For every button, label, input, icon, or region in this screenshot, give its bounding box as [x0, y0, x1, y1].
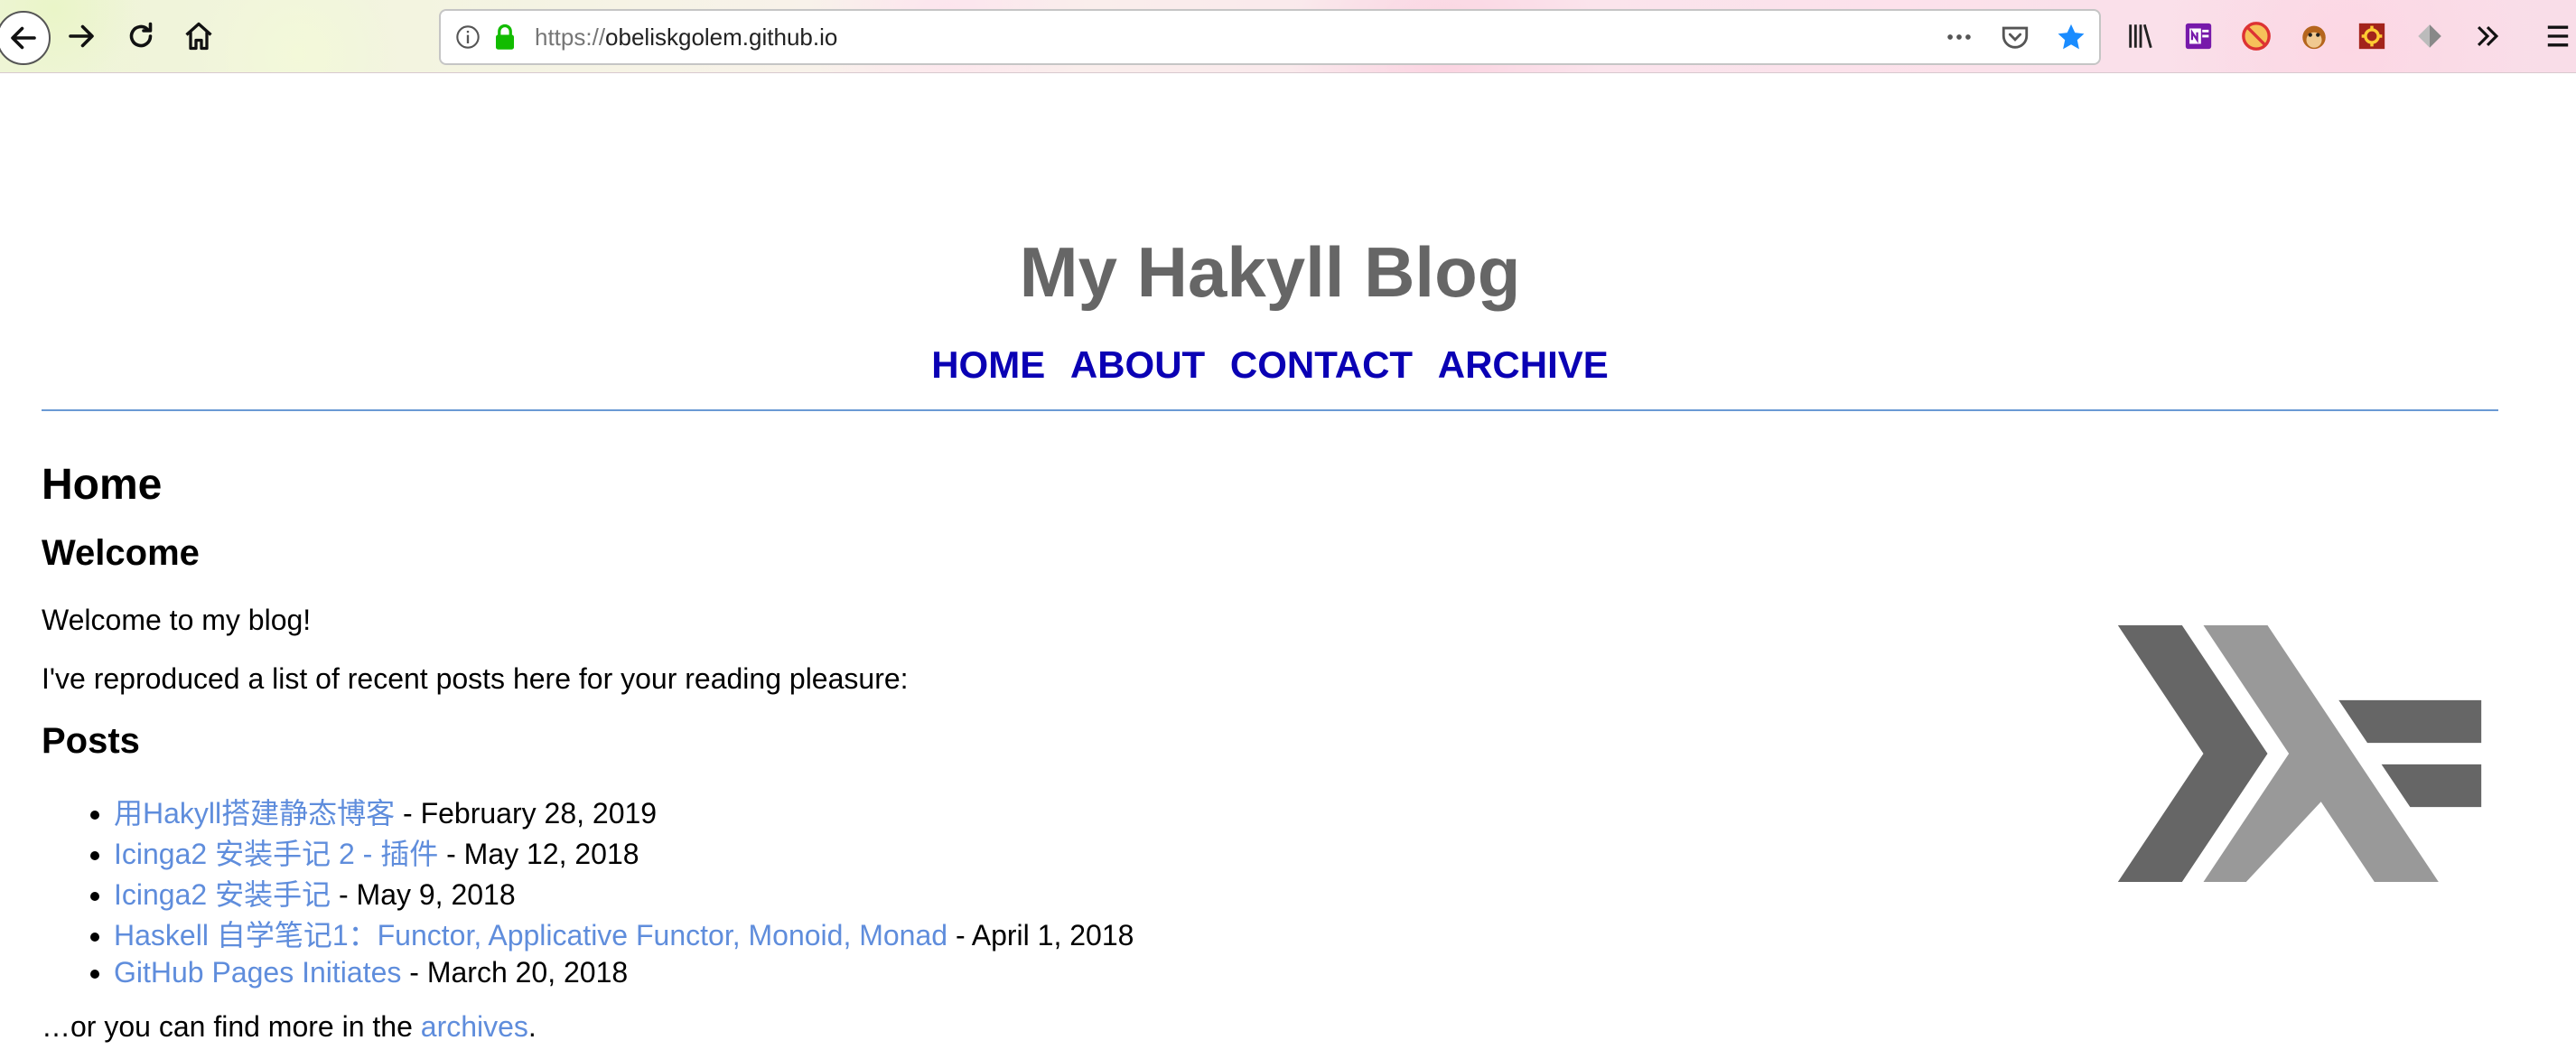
- bookmark-star-button[interactable]: [2043, 11, 2099, 63]
- tampermonkey-icon: [2302, 25, 2326, 50]
- noscript-icon: [2242, 22, 2271, 51]
- page-heading: Home: [42, 461, 163, 509]
- extensions-bar: [2112, 9, 2516, 63]
- library-icon: [2129, 23, 2152, 49]
- gear-extension-icon: [2358, 23, 2385, 50]
- nav-about-link[interactable]: ABOUT: [1070, 343, 1205, 386]
- extension-gear-button[interactable]: [2343, 9, 2401, 63]
- page-actions-button[interactable]: [1931, 11, 1987, 63]
- nav-home-link[interactable]: HOME: [931, 343, 1045, 386]
- address-bar[interactable]: https://obeliskgolem.github.io: [439, 9, 2101, 65]
- url-text[interactable]: https://obeliskgolem.github.io: [535, 23, 837, 52]
- list-item: Icinga2 安装手记 2 - 插件 - May 12, 2018: [114, 834, 1469, 875]
- post-date: - May 12, 2018: [438, 838, 639, 870]
- tampermonkey-button[interactable]: [2285, 9, 2343, 63]
- overflow-button[interactable]: [2459, 9, 2516, 63]
- list-item: 用Hakyll搭建静态博客 - February 28, 2019: [114, 793, 1469, 834]
- more-icon: [1947, 34, 1971, 40]
- list-item: Icinga2 安装手记 - May 9, 2018: [114, 875, 1469, 915]
- post-date: - May 9, 2018: [331, 878, 516, 911]
- forward-arrow-icon: [69, 24, 94, 48]
- star-icon: [2058, 23, 2085, 50]
- reload-button[interactable]: [117, 13, 164, 60]
- post-link[interactable]: Icinga2 安装手记: [114, 878, 331, 911]
- list-item: GitHub Pages Initiates - March 20, 2018: [114, 956, 1469, 989]
- post-date: - April 1, 2018: [947, 919, 1134, 952]
- post-link[interactable]: Icinga2 安装手记 2 - 插件: [114, 838, 438, 870]
- onenote-icon: [2185, 23, 2212, 50]
- intro-text: I've reproduced a list of recent posts h…: [42, 662, 909, 695]
- onenote-button[interactable]: [2170, 9, 2227, 63]
- back-arrow-icon: [11, 26, 36, 50]
- archives-prefix: …or you can find more in the: [42, 1010, 421, 1043]
- post-link[interactable]: Haskell 自学笔记1：Functor, Applicative Funct…: [114, 919, 947, 952]
- pocket-button[interactable]: [1987, 11, 2043, 63]
- post-date: - February 28, 2019: [395, 797, 658, 830]
- post-link[interactable]: GitHub Pages Initiates: [114, 956, 401, 989]
- list-item: Haskell 自学笔记1：Functor, Applicative Funct…: [114, 915, 1469, 956]
- browser-toolbar: https://obeliskgolem.github.io: [0, 0, 2576, 73]
- welcome-text: Welcome to my blog!: [42, 604, 312, 636]
- url-actions: [1931, 11, 2099, 63]
- info-icon[interactable]: [455, 24, 481, 50]
- welcome-heading: Welcome: [42, 533, 200, 573]
- forward-button[interactable]: [58, 13, 105, 60]
- site-title: My Hakyll Blog: [1019, 232, 1521, 312]
- post-list: 用Hakyll搭建静态博客 - February 28, 2019 Icinga…: [42, 793, 1469, 989]
- overflow-chevron-icon: [2477, 25, 2499, 47]
- url-protocol: https://: [535, 23, 606, 51]
- post-link[interactable]: 用Hakyll搭建静态博客: [114, 797, 395, 830]
- site-nav: HOME ABOUT CONTACT ARCHIVE: [0, 343, 2540, 387]
- noscript-button[interactable]: [2227, 9, 2285, 63]
- url-host: obeliskgolem.github.io: [605, 23, 838, 51]
- home-icon: [185, 22, 212, 51]
- extension-diamond-button[interactable]: [2401, 9, 2459, 63]
- reload-icon: [129, 22, 153, 48]
- main-content: Home Welcome Welcome to my blog! I've re…: [42, 450, 1938, 1043]
- post-date: - March 20, 2018: [401, 956, 629, 989]
- archives-suffix: .: [527, 1010, 537, 1043]
- archives-line: …or you can find more in the archives.: [42, 1010, 537, 1044]
- posts-heading: Posts: [42, 721, 140, 761]
- hamburger-menu-icon: [2547, 25, 2569, 47]
- header-divider: [42, 409, 2498, 411]
- haskell-logo: [2117, 625, 2482, 882]
- diamond-extension-icon: [2418, 24, 2441, 48]
- lock-icon[interactable]: [493, 23, 517, 51]
- nav-archive-link[interactable]: ARCHIVE: [1438, 343, 1609, 386]
- back-button[interactable]: [0, 11, 51, 65]
- hamburger-menu-button[interactable]: [2540, 9, 2576, 63]
- archives-link[interactable]: archives: [421, 1010, 528, 1043]
- nav-contact-link[interactable]: CONTACT: [1230, 343, 1413, 386]
- library-button[interactable]: [2112, 9, 2170, 63]
- home-button[interactable]: [175, 13, 222, 60]
- pocket-icon: [2002, 26, 2029, 49]
